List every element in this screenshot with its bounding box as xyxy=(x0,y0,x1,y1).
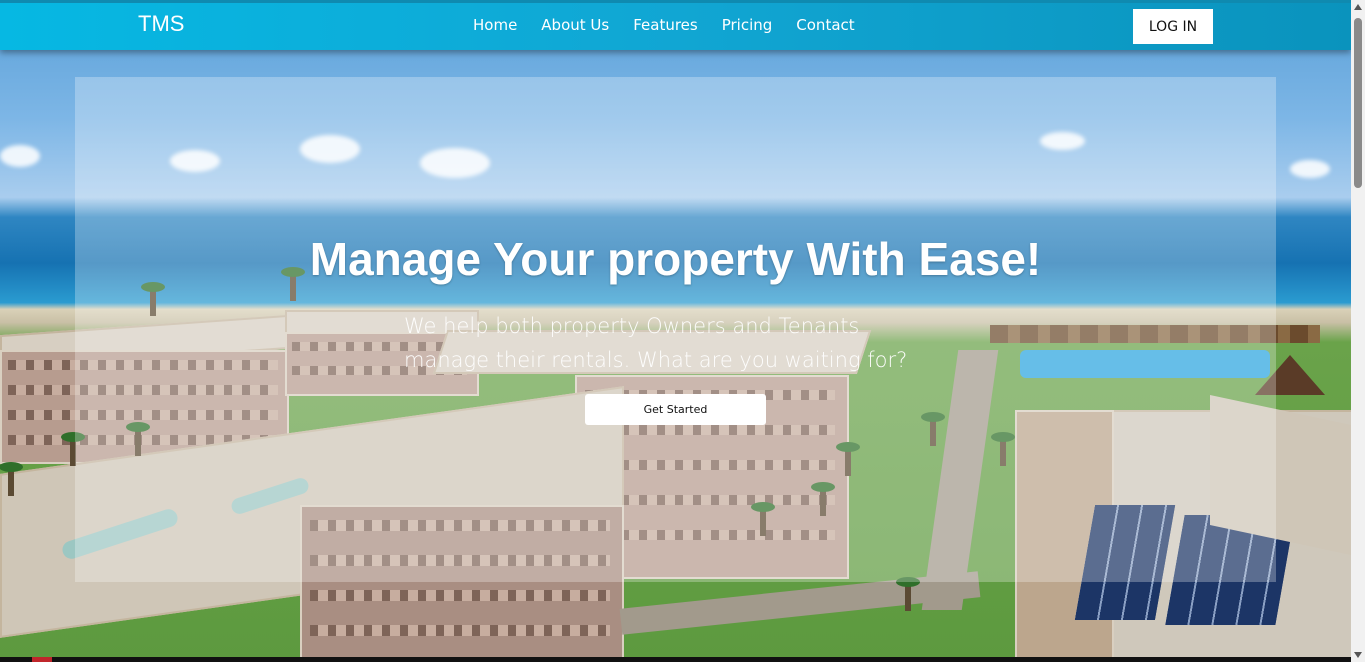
hero-subtext-line-2: manage their rentals. What are you waiti… xyxy=(404,348,908,372)
hero-subtext: We help both property Owners and Tenants… xyxy=(390,309,964,377)
bottom-strip xyxy=(0,657,1351,662)
nav-item-contact[interactable]: Contact xyxy=(796,16,854,34)
scroll-up-icon[interactable] xyxy=(1354,4,1362,10)
nav-menu: Home About Us Features Pricing Contact xyxy=(473,16,855,34)
nav-item-about-us[interactable]: About Us xyxy=(541,16,609,34)
nav-item-pricing[interactable]: Pricing xyxy=(722,16,773,34)
nav-item-features[interactable]: Features xyxy=(633,16,698,34)
nav-item-home[interactable]: Home xyxy=(473,16,517,34)
navbar: TMS Home About Us Features Pricing Conta… xyxy=(0,0,1351,50)
get-started-button[interactable]: Get Started xyxy=(585,394,766,425)
top-border xyxy=(0,0,1351,3)
page-scrollbar[interactable] xyxy=(1351,0,1365,662)
scroll-down-icon[interactable] xyxy=(1354,652,1362,658)
hero-subtext-line-1: We help both property Owners and Tenants xyxy=(404,314,860,338)
login-button[interactable]: LOG IN xyxy=(1133,9,1213,44)
brand-logo[interactable]: TMS xyxy=(138,11,184,37)
bottom-red-marker xyxy=(32,657,52,662)
hero-headline: Manage Your property With Ease! xyxy=(309,233,1042,285)
scrollbar-thumb[interactable] xyxy=(1354,18,1362,188)
